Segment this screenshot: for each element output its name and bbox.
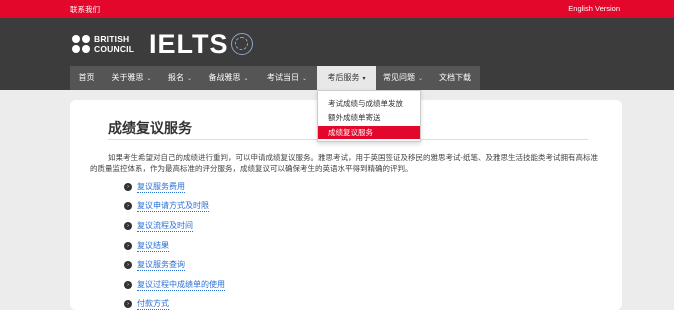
contact-us-link[interactable]: 联系我们 xyxy=(70,4,100,15)
nav-item-after-test[interactable]: 考后服务 ▾ xyxy=(317,66,376,90)
link-application[interactable]: 复议申请方式及时限 xyxy=(137,200,209,212)
top-bar: 联系我们 English Version xyxy=(0,0,674,18)
chevron-down-icon: ▾ xyxy=(362,76,366,82)
intro-paragraph: 如果考生希望对自己的成绩进行重判，可以申请成绩复议服务。雅思考试，用于英国签证及… xyxy=(90,153,598,173)
british-council-logo[interactable]: BRITISH COUNCIL xyxy=(72,34,134,56)
page-title: 成绩复议服务 xyxy=(108,120,192,136)
link-results[interactable]: 复议结果 xyxy=(137,240,169,252)
arrow-right-icon: › xyxy=(124,183,132,191)
after-test-dropdown-menu: 考试成绩与成绩单发放 额外成绩单寄送 成绩复议服务 xyxy=(317,90,421,142)
link-score-report-use[interactable]: 复议过程中成绩单的使用 xyxy=(137,279,225,291)
menu-item-results-release[interactable]: 考试成绩与成绩单发放 xyxy=(318,97,420,110)
british-council-dots-icon xyxy=(72,35,92,55)
link-enquiry[interactable]: 复议服务查询 xyxy=(137,259,185,271)
nav-item-test-day[interactable]: 考试当日 ⌄ xyxy=(257,66,317,90)
chevron-down-icon: ⌄ xyxy=(243,76,249,82)
menu-item-enquiry-on-results[interactable]: 成绩复议服务 xyxy=(318,126,420,139)
menu-item-extra-trf[interactable]: 额外成绩单寄送 xyxy=(318,111,420,124)
chevron-down-icon: ⌄ xyxy=(417,76,424,82)
chevron-down-icon: ⌄ xyxy=(186,76,193,82)
aeb-seal-icon xyxy=(231,33,253,55)
nav-item-register[interactable]: 报名 ⌄ xyxy=(160,66,200,90)
link-process[interactable]: 复议流程及时间 xyxy=(137,220,193,232)
arrow-right-icon: › xyxy=(124,202,132,210)
arrow-right-icon: › xyxy=(124,300,132,308)
arrow-right-icon: › xyxy=(124,281,132,289)
nav-item-about[interactable]: 关于雅思 ⌄ xyxy=(103,66,160,90)
english-version-link[interactable]: English Version xyxy=(568,4,620,13)
chevron-down-icon: ⌄ xyxy=(146,76,152,82)
chevron-down-icon: ⌄ xyxy=(301,76,308,82)
link-payment[interactable]: 付款方式 xyxy=(137,298,169,310)
link-fees[interactable]: 复议服务费用 xyxy=(137,181,185,193)
arrow-right-icon: › xyxy=(124,242,132,250)
nav-item-downloads[interactable]: 文档下载 xyxy=(430,66,480,90)
bc-logo-line2: COUNCIL xyxy=(94,44,135,54)
nav-item-faq[interactable]: 常见问题 ⌄ xyxy=(376,66,430,90)
bc-logo-line1: BRITISH xyxy=(94,34,130,44)
arrow-right-icon: › xyxy=(124,222,132,230)
nav-item-home[interactable]: 首页 xyxy=(70,66,103,90)
arrow-right-icon: › xyxy=(124,261,132,269)
ielts-logo[interactable]: IELTS xyxy=(149,29,229,60)
main-nav: 首页 关于雅思 ⌄ 报名 ⌄ 备战雅思 ⌄ 考试当日 ⌄ 考后服务 ▾ 常见问题 ⌄ 文档下… xyxy=(0,66,674,90)
nav-item-prepare[interactable]: 备战雅思 ⌄ xyxy=(200,66,257,90)
